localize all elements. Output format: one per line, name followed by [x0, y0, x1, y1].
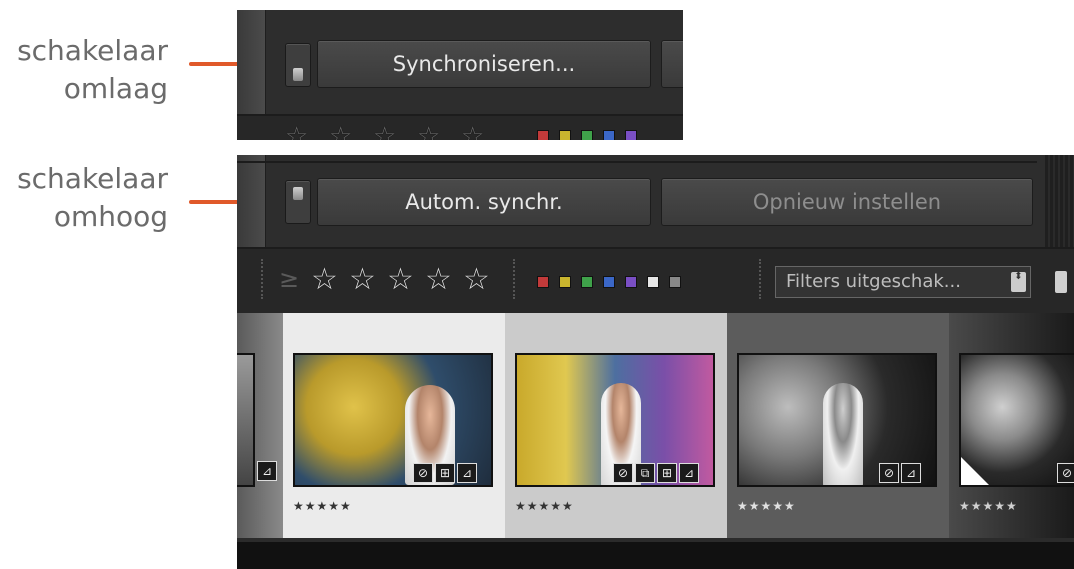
annotation-up-line2: omhoog [53, 200, 168, 233]
rating-operator[interactable]: ≥ [279, 265, 299, 293]
color-label-red[interactable] [537, 130, 549, 140]
filmstrip-cell[interactable]: ⊘ ⊿ ★★★★★ [727, 313, 949, 538]
sync-panel-switch-up: Autom. synchr. Opnieuw instellen ≥ ☆ ☆ ☆… [237, 155, 1074, 569]
auto-sync-button[interactable]: Autom. synchr. [317, 178, 651, 226]
keyword-tag-icon: ⊘ [613, 463, 633, 483]
synchronize-button[interactable]: Synchroniseren... [317, 40, 651, 88]
filmstrip-cell[interactable]: ⊘ ★★★★★ [949, 313, 1074, 538]
filmstrip: ⊿ ⊘ ⊞ ⊿ ★★★★★ ⊘ ⧉ ⊞ ⊿ ★★★★★ ⊘ ⊿ ★★★★★ ⊘ … [237, 313, 1074, 542]
keyword-tag-icon: ⊘ [879, 463, 899, 483]
sync-mode-toggle[interactable] [285, 180, 311, 224]
virtual-copy-icon: ⧉ [635, 463, 655, 483]
toggle-knob-up [293, 187, 303, 200]
rating-star-icon[interactable]: ☆ [387, 265, 414, 295]
crop-icon: ⊞ [657, 463, 677, 483]
color-label-purple[interactable] [625, 130, 637, 140]
right-scroll-edge [1045, 155, 1074, 247]
filter-bar-partial: ☆ ☆ ☆ ☆ ☆ [237, 116, 683, 140]
flag-corner-icon [961, 457, 989, 485]
color-label-green[interactable] [581, 276, 593, 288]
separator [513, 259, 515, 299]
separator [261, 259, 263, 299]
filter-preset-value: Filters uitgeschak... [786, 271, 961, 292]
dropdown-arrows-icon: ⬍ [1011, 272, 1026, 292]
color-label-yellow[interactable] [559, 130, 571, 140]
rating-star-icon[interactable]: ☆ [311, 265, 338, 295]
develop-settings-icon: ⊿ [257, 461, 277, 481]
keyword-tag-icon: ⊘ [1057, 463, 1074, 483]
color-label-yellow[interactable] [559, 276, 571, 288]
sync-panel-switch-down: Synchroniseren... ☆ ☆ ☆ ☆ ☆ [237, 10, 683, 140]
filmstrip-bottom-bar [237, 542, 1074, 569]
photo-rating: ★★★★★ [515, 499, 574, 513]
filmstrip-cell[interactable]: ⊿ [237, 313, 283, 538]
develop-settings-icon: ⊿ [679, 463, 699, 483]
rating-star-icon[interactable]: ☆ [425, 265, 452, 295]
reset-button-partial[interactable] [661, 40, 683, 88]
filter-bar: ≥ ☆ ☆ ☆ ☆ ☆ Filters uitgeschak... ⬍ [237, 249, 1074, 313]
annotation-down-line2: omlaag [63, 72, 168, 105]
filmstrip-cell-selected[interactable]: ⊘ ⊞ ⊿ ★★★★★ [283, 313, 505, 538]
reset-settings-button[interactable]: Opnieuw instellen [661, 178, 1033, 226]
photo-thumbnail[interactable]: ⊘ ⧉ ⊞ ⊿ [515, 353, 715, 487]
color-label-green[interactable] [581, 130, 593, 140]
color-label-purple[interactable] [625, 276, 637, 288]
rating-star-icon[interactable]: ☆ [373, 122, 396, 140]
rating-star-icon[interactable]: ☆ [461, 122, 484, 140]
crop-icon: ⊞ [435, 463, 455, 483]
rating-star-icon[interactable]: ☆ [349, 265, 376, 295]
rating-star-icon[interactable]: ☆ [417, 122, 440, 140]
develop-settings-icon: ⊿ [457, 463, 477, 483]
photo-thumbnail[interactable]: ⊘ [959, 353, 1074, 487]
toggle-knob-down [293, 68, 303, 81]
color-label-white[interactable] [647, 276, 659, 288]
panel-edge [237, 155, 266, 247]
annotation-up-line1: schakelaar [17, 162, 168, 195]
photo-thumbnail[interactable]: ⊘ ⊿ [737, 353, 937, 487]
annotation-down-line1: schakelaar [17, 34, 168, 67]
rating-star-icon[interactable]: ☆ [285, 122, 308, 140]
filmstrip-cell-selected[interactable]: ⊘ ⧉ ⊞ ⊿ ★★★★★ [505, 313, 727, 538]
filter-lock-icon[interactable] [1055, 271, 1067, 293]
color-label-blue[interactable] [603, 130, 615, 140]
develop-settings-icon: ⊿ [901, 463, 921, 483]
annotation-toggle-down: schakelaar omlaag [17, 32, 168, 108]
photo-thumbnail[interactable] [237, 353, 255, 487]
photo-rating: ★★★★★ [959, 499, 1018, 513]
photo-rating: ★★★★★ [737, 499, 796, 513]
filter-preset-dropdown[interactable]: Filters uitgeschak... ⬍ [775, 266, 1031, 298]
keyword-tag-icon: ⊘ [413, 463, 433, 483]
sync-mode-toggle[interactable] [285, 43, 311, 87]
annotation-toggle-up: schakelaar omhoog [17, 160, 168, 236]
rating-star-icon[interactable]: ☆ [329, 122, 352, 140]
color-label-gray[interactable] [669, 276, 681, 288]
color-label-blue[interactable] [603, 276, 615, 288]
separator [759, 259, 761, 299]
photo-thumbnail[interactable]: ⊘ ⊞ ⊿ [293, 353, 493, 487]
photo-rating: ★★★★★ [293, 499, 352, 513]
photo-subject [823, 383, 863, 485]
rating-star-icon[interactable]: ☆ [463, 265, 490, 295]
color-label-red[interactable] [537, 276, 549, 288]
panel-top-divider [237, 161, 1037, 163]
